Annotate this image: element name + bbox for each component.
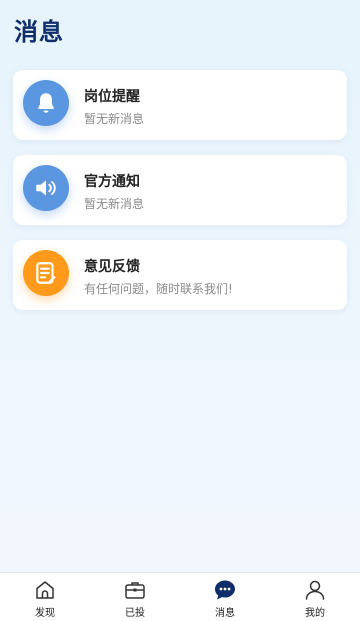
speaker-icon (23, 165, 69, 211)
user-icon (303, 578, 327, 602)
card-feedback[interactable]: 意见反馈 有任何问题，随时联系我们! (13, 240, 347, 310)
tab-label: 消息 (215, 608, 235, 619)
home-icon (33, 578, 57, 602)
tab-label: 发现 (35, 608, 55, 619)
tab-label: 我的 (305, 608, 325, 619)
feedback-note-icon (23, 250, 69, 296)
chat-bubble-icon (213, 578, 237, 602)
card-title: 岗位提醒 (84, 89, 140, 105)
card-subtitle: 暂无新消息 (84, 112, 145, 126)
card-subtitle: 有任何问题，随时联系我们! (84, 282, 233, 296)
tab-label: 已投 (125, 608, 145, 619)
tab-applied[interactable]: 已投 (90, 573, 180, 621)
tab-messages[interactable]: 消息 (180, 573, 270, 621)
tab-mine[interactable]: 我的 (270, 573, 360, 621)
page-title: 消息 (14, 18, 64, 46)
bottom-tab-bar: 发现 已投 消息 我的 (0, 572, 360, 621)
card-subtitle: 暂无新消息 (84, 197, 145, 211)
tab-discover[interactable]: 发现 (0, 573, 90, 621)
card-official-notice[interactable]: 官方通知 暂无新消息 (13, 155, 347, 225)
card-title: 官方通知 (84, 174, 140, 190)
card-job-reminder[interactable]: 岗位提醒 暂无新消息 (13, 70, 347, 140)
card-title: 意见反馈 (84, 259, 140, 275)
bell-icon (23, 80, 69, 126)
briefcase-icon (123, 578, 147, 602)
